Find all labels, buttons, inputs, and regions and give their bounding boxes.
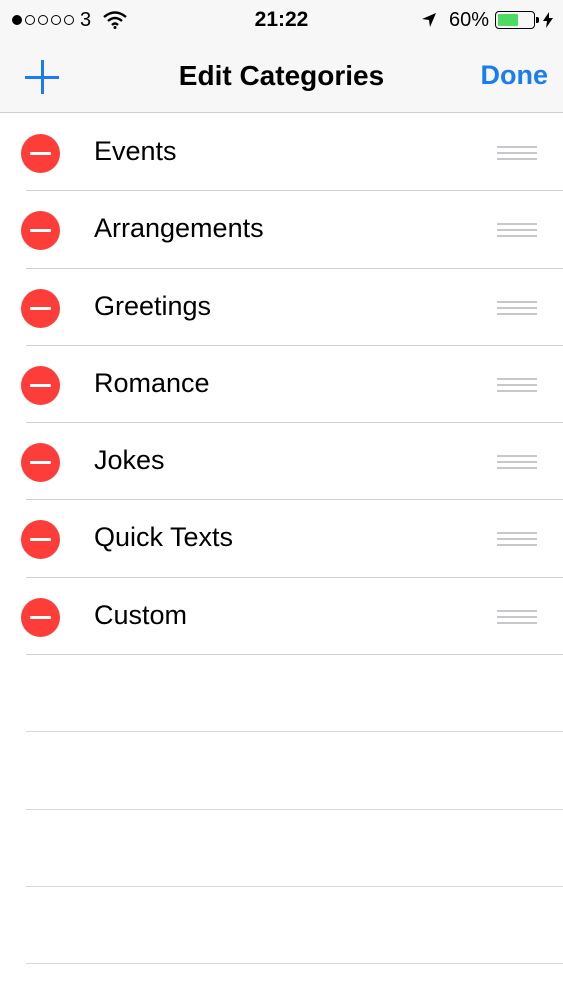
location-arrow-icon [421, 13, 436, 27]
delete-icon[interactable] [21, 134, 60, 173]
reorder-handle-icon[interactable] [497, 377, 537, 393]
list-item: Arrangements [0, 191, 563, 269]
battery-tip [536, 17, 539, 23]
reorder-handle-icon[interactable] [497, 222, 537, 238]
list-item: Quick Texts [0, 500, 563, 579]
reorder-handle-icon[interactable] [497, 454, 537, 470]
battery-percent: 60% [448, 8, 489, 31]
list-item: Greetings [0, 269, 563, 347]
delete-icon[interactable] [21, 443, 60, 483]
list-item: Events [0, 114, 563, 192]
battery-fill [498, 14, 519, 26]
reorder-handle-icon[interactable] [497, 531, 537, 547]
delete-icon[interactable] [21, 288, 60, 328]
category-label: Custom [94, 599, 188, 630]
category-label: Romance [94, 367, 210, 398]
done-button[interactable]: Done [481, 60, 549, 91]
page-title: Edit Categories [178, 60, 385, 91]
delete-icon[interactable] [21, 365, 60, 405]
category-label: Jokes [94, 445, 165, 476]
category-label: Events [94, 136, 177, 166]
list-item: Custom [0, 578, 563, 656]
reorder-handle-icon[interactable] [497, 145, 537, 161]
reorder-handle-icon[interactable] [497, 609, 537, 625]
status-bar: 3 21:22 60% [0, 0, 563, 40]
status-right: 60% [421, 8, 553, 32]
category-list: Events Arrangements Greetings Romance Jo… [0, 114, 563, 965]
delete-icon[interactable] [21, 211, 60, 251]
category-label: Greetings [94, 290, 212, 321]
category-label: Quick Texts [94, 522, 234, 553]
delete-icon[interactable] [21, 520, 60, 560]
empty-row [0, 732, 563, 810]
delete-icon[interactable] [21, 597, 60, 637]
empty-row [0, 655, 563, 733]
category-label: Arrangements [94, 213, 264, 244]
list-item: Romance [0, 346, 563, 424]
empty-row [0, 887, 563, 965]
battery-icon [495, 11, 539, 29]
reorder-handle-icon[interactable] [497, 300, 537, 316]
charging-bolt-icon [543, 12, 553, 28]
list-item: Jokes [0, 423, 563, 501]
empty-row [0, 810, 563, 888]
navigation-bar: Edit Categories Done [0, 40, 563, 113]
